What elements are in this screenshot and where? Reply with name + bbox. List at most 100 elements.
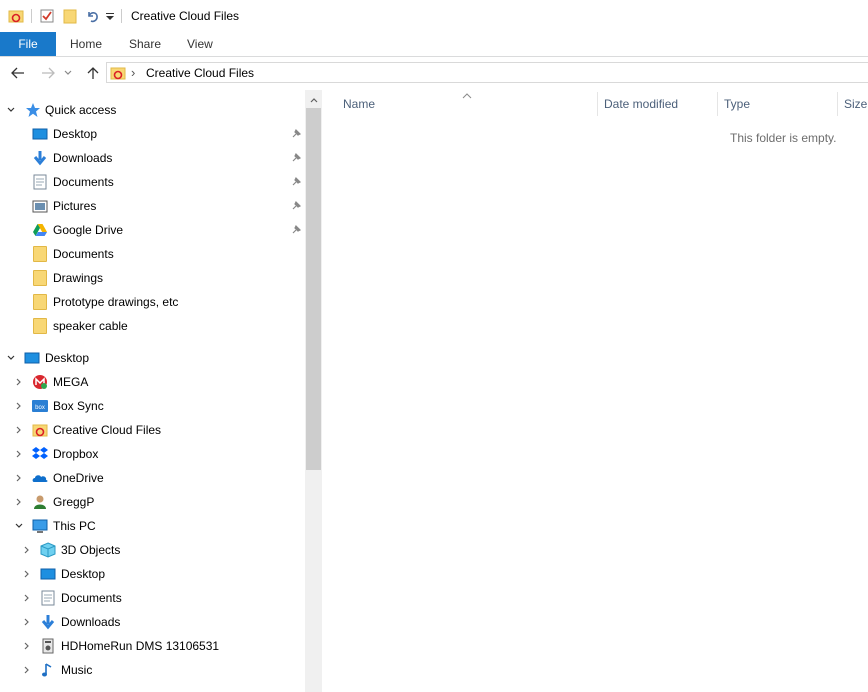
nav-label: Quick access — [45, 103, 117, 117]
chevron-right-icon[interactable] — [21, 640, 33, 652]
tab-share[interactable]: Share — [129, 32, 161, 56]
chevron-right-icon[interactable] — [13, 472, 25, 484]
nav-music[interactable]: Music — [0, 658, 300, 682]
customize-toolbar-dropdown-icon[interactable] — [105, 8, 115, 24]
nav-desktop-root[interactable]: Desktop — [0, 346, 300, 370]
ribbon-tabs: File Home Share View — [0, 32, 868, 57]
breadcrumb-location[interactable]: Creative Cloud Files — [146, 66, 254, 80]
nav-label: Documents — [61, 591, 122, 605]
nav-label: Desktop — [61, 567, 106, 581]
nav-mega[interactable]: MEGA — [0, 370, 300, 394]
nav-dropbox[interactable]: Dropbox — [0, 442, 300, 466]
desktop-icon — [32, 126, 48, 142]
chevron-right-icon[interactable] — [21, 592, 33, 604]
pictures-icon — [32, 198, 48, 214]
nav-quick-documents[interactable]: Documents — [0, 170, 302, 194]
nav-label: Drawings — [53, 271, 104, 285]
nav-label: 3D Objects — [61, 543, 121, 557]
breadcrumb-separator[interactable]: › — [131, 65, 135, 80]
nav-label: MEGA — [53, 375, 89, 389]
nav-onedrive[interactable]: OneDrive — [0, 466, 300, 490]
scroll-up-button[interactable] — [305, 92, 322, 108]
nav-quick-folder-documents[interactable]: Documents — [0, 242, 300, 266]
nav-3d-objects[interactable]: 3D Objects — [0, 538, 300, 562]
up-button[interactable] — [83, 63, 103, 83]
chevron-right-icon[interactable] — [21, 616, 33, 628]
chevron-down-icon[interactable] — [5, 352, 17, 364]
folder-icon — [33, 294, 47, 310]
nav-hdhomerun[interactable]: HDHomeRun DMS 13106531 — [0, 634, 300, 658]
chevron-right-icon[interactable] — [21, 664, 33, 676]
column-divider[interactable] — [837, 92, 838, 116]
chevron-right-icon[interactable] — [13, 496, 25, 508]
nav-this-pc[interactable]: This PC — [0, 514, 300, 538]
nav-quick-folder-drawings[interactable]: Drawings — [0, 266, 300, 290]
forward-button[interactable] — [38, 63, 58, 83]
nav-quick-access[interactable]: Quick access — [0, 98, 300, 122]
nav-greggp[interactable]: GreggP — [0, 490, 300, 514]
tab-view[interactable]: View — [187, 32, 213, 56]
chevron-down-icon[interactable] — [13, 520, 25, 532]
column-header-date-modified[interactable]: Date modified — [604, 96, 678, 112]
column-divider[interactable] — [597, 92, 598, 116]
nav-quick-google-drive[interactable]: Google Drive — [0, 218, 302, 242]
nav-quick-folder-speaker-cable[interactable]: speaker cable — [0, 314, 300, 338]
toolbar-divider — [31, 9, 32, 23]
up-arrow-icon — [87, 67, 99, 79]
chevron-right-icon[interactable] — [21, 568, 33, 580]
nav-quick-folder-prototype[interactable]: Prototype drawings, etc — [0, 290, 300, 314]
pin-icon[interactable] — [290, 176, 302, 188]
download-arrow-icon — [32, 150, 48, 166]
user-icon — [32, 494, 48, 510]
file-list-pane[interactable] — [322, 90, 868, 692]
forward-arrow-icon — [42, 67, 55, 79]
star-icon — [25, 102, 41, 118]
music-icon — [40, 662, 56, 678]
download-arrow-icon — [40, 614, 56, 630]
pin-icon[interactable] — [290, 152, 302, 164]
empty-folder-message: This folder is empty. — [730, 131, 837, 145]
nav-quick-downloads[interactable]: Downloads — [0, 146, 302, 170]
title-bar: Creative Cloud Files — [0, 0, 868, 32]
nav-label: speaker cable — [53, 319, 128, 333]
window-title: Creative Cloud Files — [131, 9, 240, 23]
dropbox-icon — [32, 446, 48, 462]
column-header-size[interactable]: Size — [844, 96, 867, 112]
nav-label: HDHomeRun DMS 13106531 — [61, 639, 220, 653]
nav-quick-desktop[interactable]: Desktop — [0, 122, 302, 146]
media-server-icon — [40, 638, 56, 654]
chevron-right-icon[interactable] — [21, 544, 33, 556]
column-divider[interactable] — [717, 92, 718, 116]
pin-icon[interactable] — [290, 224, 302, 236]
tab-home[interactable]: Home — [70, 32, 102, 56]
folder-icon — [33, 318, 47, 334]
nav-pc-documents[interactable]: Documents — [0, 586, 300, 610]
nav-pc-desktop[interactable]: Desktop — [0, 562, 300, 586]
new-folder-icon[interactable] — [62, 8, 78, 24]
nav-quick-pictures[interactable]: Pictures — [0, 194, 302, 218]
pin-icon[interactable] — [290, 128, 302, 140]
back-button[interactable] — [8, 63, 28, 83]
nav-box-sync[interactable]: box Box Sync — [0, 394, 300, 418]
nav-label: Pictures — [53, 199, 97, 213]
nav-label: Desktop — [45, 351, 90, 365]
nav-creative-cloud-files[interactable]: Creative Cloud Files — [0, 418, 300, 442]
chevron-right-icon[interactable] — [13, 400, 25, 412]
scrollbar-thumb[interactable] — [306, 108, 321, 470]
chevron-right-icon[interactable] — [13, 424, 25, 436]
undo-icon[interactable] — [85, 8, 101, 24]
recent-locations-button[interactable] — [62, 63, 74, 83]
chevron-right-icon[interactable] — [13, 448, 25, 460]
chevron-down-icon[interactable] — [5, 104, 17, 116]
tab-file[interactable]: File — [0, 32, 56, 56]
folder-icon — [33, 270, 47, 286]
nav-pc-downloads[interactable]: Downloads — [0, 610, 300, 634]
properties-icon[interactable] — [39, 8, 55, 24]
column-header-type[interactable]: Type — [724, 96, 750, 112]
chevron-up-icon — [310, 98, 317, 103]
pin-icon[interactable] — [290, 200, 302, 212]
folder-icon — [33, 246, 47, 262]
creative-cloud-folder-icon — [110, 65, 126, 81]
chevron-right-icon[interactable] — [13, 376, 25, 388]
column-header-name[interactable]: Name — [343, 96, 375, 112]
